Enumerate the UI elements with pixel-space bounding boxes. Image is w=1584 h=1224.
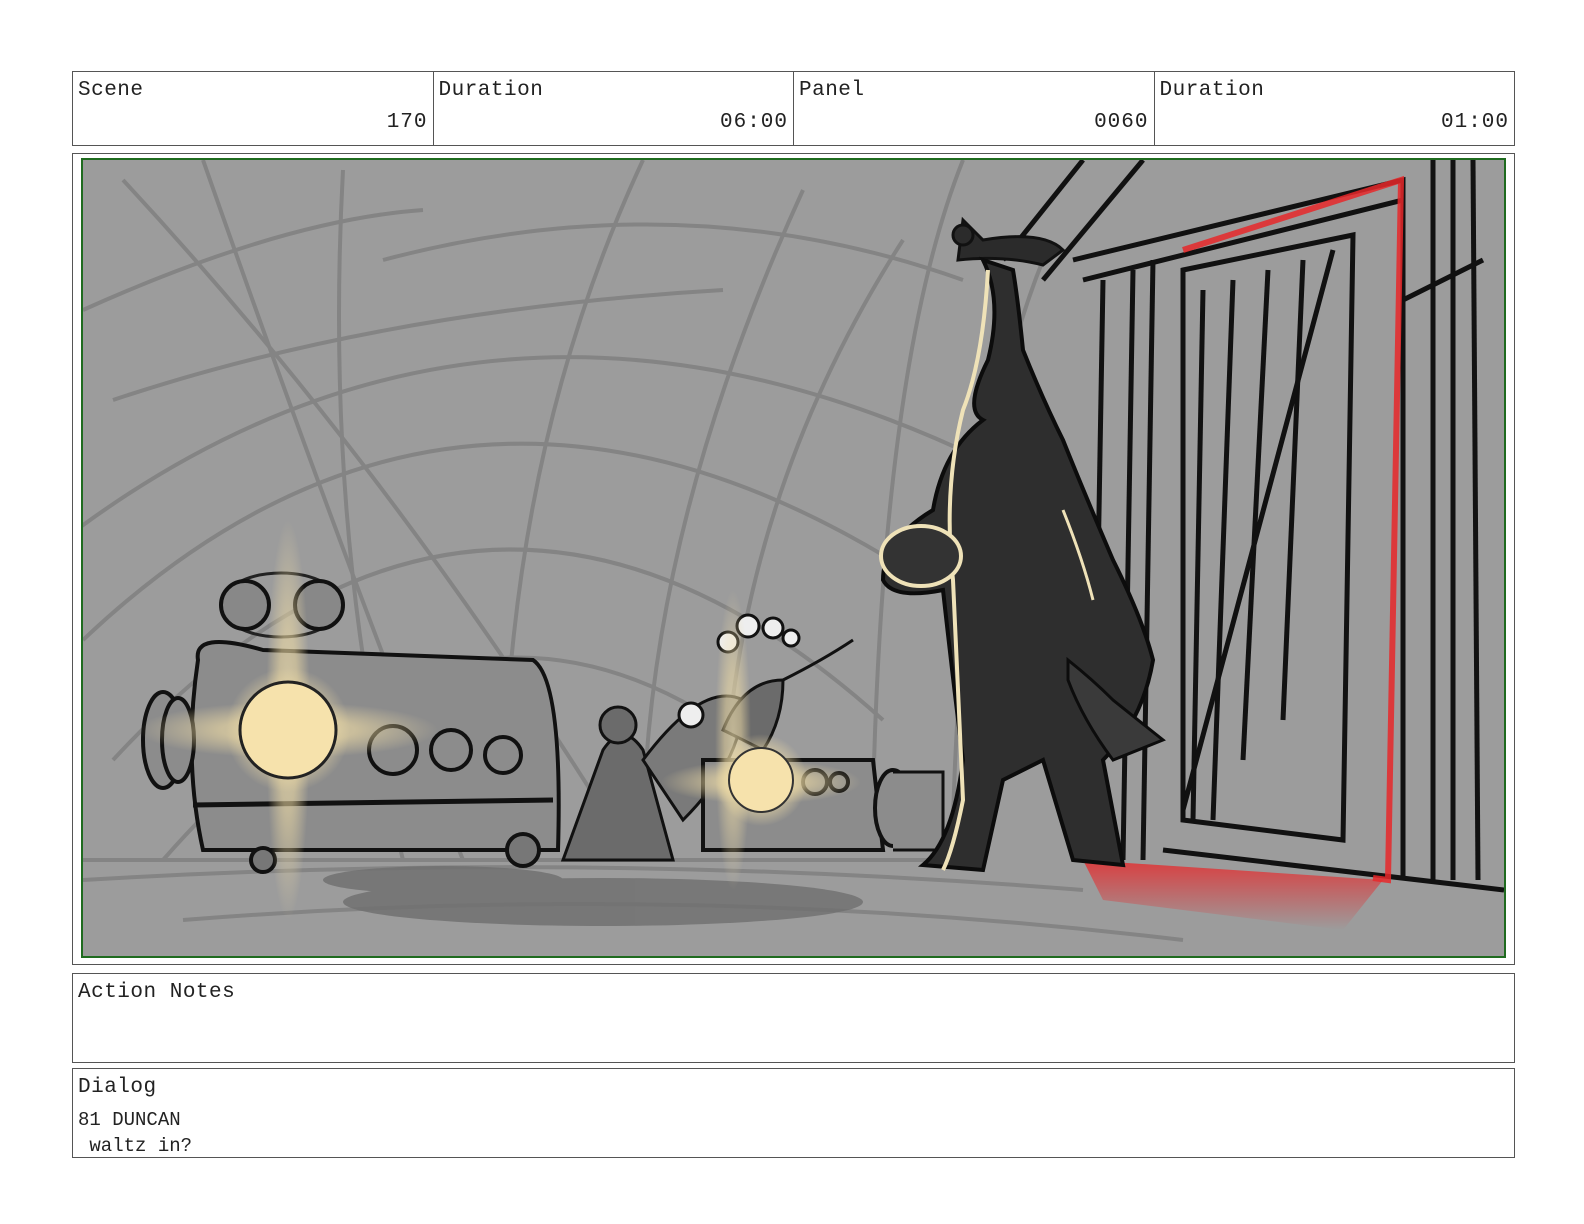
panel-duration-value: 01:00 (1440, 111, 1509, 134)
scene-duration-label: Duration (438, 79, 544, 102)
scene-cell: Scene 170 (73, 72, 434, 145)
dialog-box: Dialog 81 DUNCAN waltz in? (72, 1068, 1515, 1158)
panel-duration-cell: Duration 01:00 (1155, 72, 1515, 145)
action-notes-box: Action Notes (72, 973, 1515, 1063)
panel-number: 0060 (1094, 111, 1149, 134)
panel-frame (72, 153, 1515, 965)
dialog-text-line: waltz in? (78, 1135, 193, 1157)
scene-number: 170 (386, 111, 428, 134)
dialog-title: Dialog (78, 1076, 157, 1099)
storyboard-sketch (83, 160, 1504, 942)
dialog-speaker-line: 81 DUNCAN (78, 1109, 181, 1131)
panel-label: Panel (799, 79, 865, 102)
panel-cell: Panel 0060 (794, 72, 1155, 145)
scene-label: Scene (78, 79, 144, 102)
panel-drawing (81, 158, 1506, 958)
scene-duration-value: 06:00 (719, 111, 788, 134)
scene-duration-cell: Duration 06:00 (434, 72, 794, 145)
floor-shadows (323, 866, 863, 926)
panel-duration-label: Duration (1159, 79, 1265, 102)
storyboard-header: Scene 170 Duration 06:00 Panel 0060 Dura… (72, 71, 1515, 146)
action-notes-title: Action Notes (78, 981, 236, 1004)
